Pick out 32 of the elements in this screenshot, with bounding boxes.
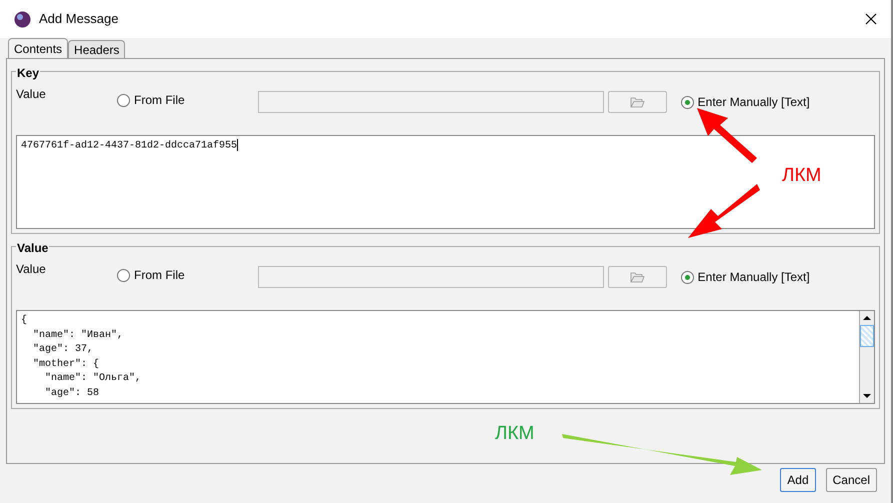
code-line: { xyxy=(21,314,28,328)
folder-icon xyxy=(630,272,645,282)
close-icon[interactable] xyxy=(865,13,877,25)
scrollbar[interactable] xyxy=(859,311,874,403)
code-line: "age": 37, xyxy=(32,343,94,357)
window-title: Add Message xyxy=(39,10,118,28)
tab[interactable]: Headers xyxy=(68,40,126,58)
radio-button[interactable]: From File xyxy=(117,266,185,284)
browse-button[interactable] xyxy=(608,266,667,288)
text-area[interactable]: { "name": "Иван", "age": 37, "mother": { "name": "Ольга", "age": 58 xyxy=(16,310,875,404)
arrow xyxy=(697,108,757,163)
scroll-thumb[interactable] xyxy=(860,325,874,347)
code-line: "age": 58 xyxy=(44,386,100,400)
tab[interactable]: Contents xyxy=(8,38,68,58)
annotation-label: ЛКМ xyxy=(495,422,534,446)
annotation-label: ЛКМ xyxy=(782,164,822,188)
folder-icon xyxy=(630,96,645,108)
value-label: Value xyxy=(16,261,47,278)
code-line: "mother": { xyxy=(32,358,100,372)
radio-button[interactable]: From File xyxy=(117,91,185,109)
code-line: "name": "Ольга", xyxy=(44,372,142,386)
browse-button[interactable] xyxy=(608,91,667,113)
code-line: 4767761f-ad12-4437-81d2-ddcca71af955 xyxy=(21,139,238,154)
file-path-field[interactable] xyxy=(258,91,604,113)
dialog-button[interactable]: Add xyxy=(780,468,816,492)
dialog-button[interactable]: Cancel xyxy=(826,468,877,492)
app-icon xyxy=(14,10,31,28)
value-label: Value xyxy=(16,86,47,103)
file-path-field[interactable] xyxy=(258,266,604,288)
code-line: "name": "Иван", xyxy=(32,328,124,342)
radio-button[interactable]: Enter Manually [Text] xyxy=(680,268,810,286)
arrow xyxy=(688,184,760,238)
